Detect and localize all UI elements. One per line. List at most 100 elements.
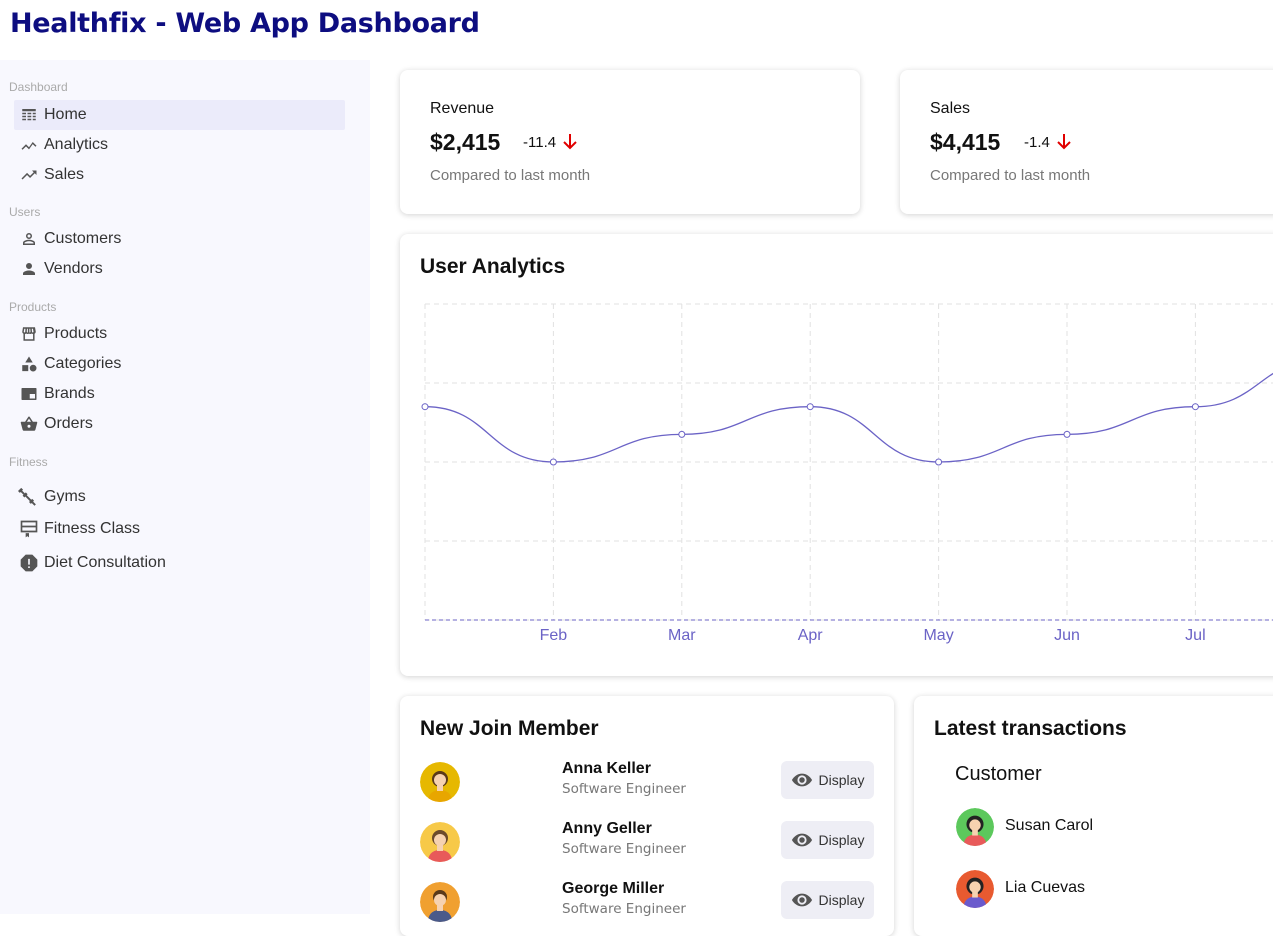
customer-name: Susan Carol xyxy=(1005,817,1094,834)
sidebar: Dashboard Home Analytics Sales Users Cus… xyxy=(0,60,370,914)
x-tick-label: Apr xyxy=(798,627,824,644)
sidebar-item-label: Gyms xyxy=(44,488,86,505)
sidebar-item-label: Orders xyxy=(44,415,93,432)
stat-subtitle: Compared to last month xyxy=(930,167,1091,184)
sidebar-item-label: Categories xyxy=(44,355,122,372)
avatar xyxy=(956,808,994,846)
series-line xyxy=(424,372,1273,463)
user-analytics-chart: Feb Mar Apr May Jun Jul xyxy=(421,303,1273,644)
sidebar-item-brands[interactable]: Brands xyxy=(14,379,345,409)
sidebar-item-customers[interactable]: Customers xyxy=(14,224,345,254)
member-name: Anna Keller xyxy=(562,760,651,777)
person-outline-icon xyxy=(14,229,44,249)
display-button-label: Display xyxy=(818,832,865,848)
stat-label: Revenue xyxy=(430,100,495,117)
storefront-icon xyxy=(14,324,44,344)
members-title: New Join Member xyxy=(420,717,599,740)
sidebar-section-users: Users xyxy=(9,205,41,219)
display-button[interactable]: Display xyxy=(781,821,874,859)
sidebar-item-orders[interactable]: Orders xyxy=(14,409,345,439)
table-row[interactable]: Susan Carol xyxy=(956,807,1256,847)
latest-transactions-card: Latest transactions Customer Susan Carol… xyxy=(914,696,1273,936)
avatar xyxy=(420,822,460,862)
analytics-line-icon xyxy=(14,135,44,155)
stat-value: $2,415 xyxy=(430,129,501,155)
data-point xyxy=(549,458,557,466)
x-tick-label: Mar xyxy=(668,627,696,644)
member-name: Anny Geller xyxy=(562,820,652,837)
sidebar-item-label: Sales xyxy=(44,166,85,183)
list-item: George Miller Software Engineer Display xyxy=(420,880,875,924)
sidebar-item-analytics[interactable]: Analytics xyxy=(14,130,345,160)
stat-change: -1.4 xyxy=(1024,133,1072,151)
sidebar-item-gyms[interactable]: Gyms xyxy=(14,482,345,512)
display-button-label: Display xyxy=(818,892,865,908)
sidebar-item-label: Home xyxy=(44,106,87,123)
sidebar-section-fitness: Fitness xyxy=(9,455,48,469)
x-tick-label: May xyxy=(923,627,953,644)
data-point xyxy=(806,403,814,411)
home-table-icon xyxy=(14,105,44,125)
customer-column-header: Customer xyxy=(955,763,1042,785)
x-tick-label: Jun xyxy=(1054,627,1080,644)
sidebar-item-products[interactable]: Products xyxy=(14,319,345,349)
list-item: Anna Keller Software Engineer Display xyxy=(420,760,875,804)
basket-icon xyxy=(14,414,44,434)
dumbbell-icon xyxy=(14,487,44,507)
sidebar-item-label: Fitness Class xyxy=(44,520,141,537)
person-icon xyxy=(14,259,44,279)
sidebar-item-categories[interactable]: Categories xyxy=(14,349,345,379)
sidebar-item-sales[interactable]: Sales xyxy=(14,160,345,190)
sidebar-item-home[interactable]: Home xyxy=(14,100,345,130)
sidebar-item-fitness-class[interactable]: Fitness Class xyxy=(14,514,345,544)
arrow-down-icon xyxy=(1057,134,1071,150)
eye-icon xyxy=(791,773,812,787)
transactions-title: Latest transactions xyxy=(934,717,1127,740)
display-button[interactable]: Display xyxy=(781,881,874,919)
sales-card: Sales $4,415 -1.4 Compared to last month xyxy=(900,70,1273,214)
avatar xyxy=(956,870,994,908)
class-board-icon xyxy=(14,519,44,539)
table-row[interactable]: Lia Cuevas xyxy=(956,869,1256,909)
x-tick-label: Feb xyxy=(540,627,568,644)
data-point xyxy=(1191,403,1199,411)
app-title: Healthfix - Web App Dashboard xyxy=(10,8,480,39)
eye-icon xyxy=(791,893,812,907)
sidebar-item-label: Analytics xyxy=(44,136,109,153)
list-item: Anny Geller Software Engineer Display xyxy=(420,820,875,864)
stat-change-value: -11.4 xyxy=(523,133,557,151)
sidebar-item-label: Diet Consultation xyxy=(44,554,166,571)
avatar xyxy=(420,762,460,802)
sidebar-item-label: Products xyxy=(44,325,108,342)
stat-value: $4,415 xyxy=(930,129,1001,155)
x-tick-label: Jul xyxy=(1185,627,1205,644)
category-shapes-icon xyxy=(14,354,44,374)
stat-change-value: -1.4 xyxy=(1024,133,1050,151)
member-role: Software Engineer xyxy=(562,901,686,917)
display-button-label: Display xyxy=(818,772,865,788)
stat-subtitle: Compared to last month xyxy=(430,167,591,184)
trending-up-icon xyxy=(14,165,44,185)
eye-icon xyxy=(791,833,812,847)
brand-card-icon xyxy=(14,384,44,404)
sidebar-item-label: Customers xyxy=(44,230,122,247)
sidebar-item-label: Vendors xyxy=(44,260,103,277)
data-point xyxy=(421,403,429,411)
display-button[interactable]: Display xyxy=(781,761,874,799)
arrow-down-icon xyxy=(563,134,577,150)
sidebar-item-label: Brands xyxy=(44,385,95,402)
data-point xyxy=(678,430,686,438)
sidebar-section-dashboard: Dashboard xyxy=(9,80,68,94)
data-point xyxy=(1063,430,1071,438)
sidebar-item-vendors[interactable]: Vendors xyxy=(14,254,345,284)
member-role: Software Engineer xyxy=(562,781,686,797)
user-analytics-card: User Analytics Feb Mar Apr May Jun Jul xyxy=(400,234,1273,676)
revenue-card: Revenue $2,415 -11.4 Compared to last mo… xyxy=(400,70,860,214)
customer-name: Lia Cuevas xyxy=(1005,879,1086,896)
avatar xyxy=(420,882,460,922)
member-name: George Miller xyxy=(562,880,665,897)
member-role: Software Engineer xyxy=(562,841,686,857)
sidebar-item-diet-consultation[interactable]: Diet Consultation xyxy=(14,548,345,578)
new-join-member-card: New Join Member Anna Keller Software Eng… xyxy=(400,696,894,936)
alert-octagon-icon xyxy=(14,553,44,573)
